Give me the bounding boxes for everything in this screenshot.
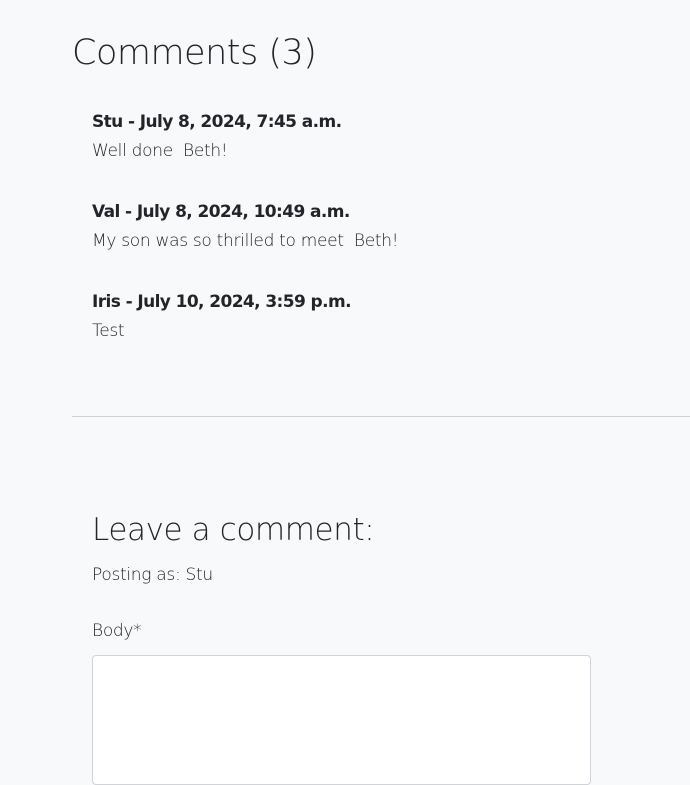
comment-body: Test <box>92 321 125 341</box>
body-field-label: Body* <box>92 621 142 641</box>
comment-item: Iris - July 10, 2024, 3:59 p.m. Test <box>92 290 352 342</box>
comment-body: Well done Beth! <box>92 141 228 161</box>
comment-body-textarea[interactable] <box>92 655 591 785</box>
comment-body: My son was so thrilled to meet Beth! <box>92 231 399 251</box>
comment-item: Stu - July 8, 2024, 7:45 a.m. Well done … <box>92 110 342 162</box>
comments-heading: Comments (3) <box>72 33 317 73</box>
comment-item: Val - July 8, 2024, 10:49 a.m. My son wa… <box>92 200 399 252</box>
comment-author-date: Stu - July 8, 2024, 7:45 a.m. <box>92 112 342 132</box>
leave-comment-heading: Leave a comment: <box>92 512 375 548</box>
comment-author-date: Val - July 8, 2024, 10:49 a.m. <box>92 202 350 222</box>
comment-author-date: Iris - July 10, 2024, 3:59 p.m. <box>92 292 352 312</box>
section-divider <box>72 416 690 417</box>
posting-as-text: Posting as: Stu <box>92 565 213 585</box>
